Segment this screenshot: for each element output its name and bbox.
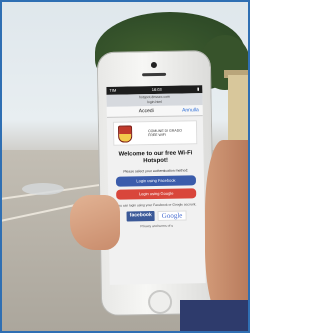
coat-of-arms-icon bbox=[117, 124, 133, 143]
provider-logos: facebook Google bbox=[108, 209, 204, 222]
nav-title: Accedi bbox=[138, 108, 154, 115]
cancel-button[interactable]: Annulla bbox=[182, 107, 199, 113]
time-label: 16:03 bbox=[151, 86, 162, 93]
earpiece-speaker bbox=[142, 72, 167, 77]
home-button[interactable] bbox=[147, 289, 173, 315]
login-facebook-button[interactable]: Login using Facebook bbox=[115, 175, 197, 187]
thumb bbox=[70, 195, 120, 250]
facebook-logo[interactable]: facebook bbox=[126, 210, 155, 222]
municipality-line: FREE WIFI bbox=[148, 132, 166, 138]
google-logo[interactable]: Google bbox=[157, 209, 187, 221]
login-google-button[interactable]: Login using Google bbox=[116, 188, 197, 200]
auth-prompt: Please select your authentication method… bbox=[123, 168, 189, 174]
phone-screen: TIM 16:03 ▮ hotspot.dnssec.com login.htm… bbox=[106, 85, 206, 285]
ground-marking bbox=[22, 183, 64, 195]
smartphone: TIM 16:03 ▮ hotspot.dnssec.com login.htm… bbox=[97, 51, 215, 315]
carrier-label: TIM bbox=[109, 87, 117, 93]
sleeve bbox=[180, 300, 250, 333]
front-camera bbox=[150, 61, 157, 69]
battery-icon: ▮ bbox=[197, 86, 200, 92]
municipality-card: COMUNE DI GRADO FREE WIFI bbox=[112, 120, 198, 146]
privacy-link[interactable]: Privacy and terms of u bbox=[109, 223, 205, 229]
hand bbox=[205, 140, 250, 320]
welcome-heading: Welcome to our free Wi-Fi Hotspot! bbox=[118, 150, 193, 165]
photo-scene: TIM 16:03 ▮ hotspot.dnssec.com login.htm… bbox=[0, 0, 250, 333]
url-text: login.html bbox=[147, 99, 163, 104]
login-hint: You can login using your Facebook or Goo… bbox=[116, 202, 197, 208]
municipality-name: COMUNE DI GRADO FREE WIFI bbox=[148, 128, 182, 138]
login-navbar: Accedi Annulla bbox=[106, 105, 203, 118]
